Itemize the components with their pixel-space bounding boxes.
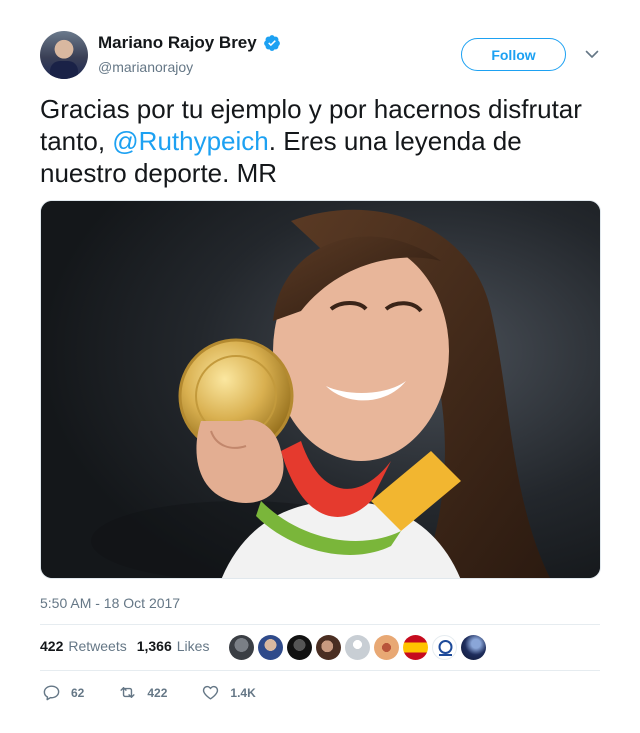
verified-badge-icon [263, 35, 280, 51]
author-handle[interactable]: @marianorajoy [98, 59, 193, 75]
likers-avatar-list [229, 635, 486, 660]
liker-avatar[interactable] [316, 635, 341, 660]
liker-avatar[interactable] [258, 635, 283, 660]
liker-avatar[interactable] [461, 635, 486, 660]
likes-count[interactable]: 1,366 [137, 638, 172, 654]
reply-count: 62 [71, 685, 85, 700]
tweet-actions: 62 422 1.4K [40, 683, 256, 702]
liker-avatar[interactable] [229, 635, 254, 660]
reply-icon[interactable] [42, 683, 61, 702]
divider-bottom [40, 670, 600, 671]
athlete-photo-illustration [41, 201, 600, 578]
reply-action[interactable]: 62 [42, 683, 84, 702]
like-action[interactable]: 1.4K [201, 683, 256, 702]
likes-label[interactable]: Likes [177, 638, 210, 654]
retweet-action[interactable]: 422 [118, 683, 167, 702]
heart-icon[interactable] [201, 683, 220, 702]
author-name-row: Mariano Rajoy Brey [98, 33, 281, 53]
like-count: 1.4K [230, 685, 256, 700]
liker-avatar[interactable] [403, 635, 428, 660]
retweet-icon[interactable] [118, 683, 137, 702]
tweet-timestamp[interactable]: 5:50 AM - 18 Oct 2017 [40, 595, 180, 611]
liker-avatar[interactable] [374, 635, 399, 660]
tweet-photo[interactable] [40, 200, 601, 579]
follow-button[interactable]: Follow [461, 38, 566, 71]
retweet-count: 422 [147, 685, 168, 700]
tweet-stats: 422 Retweets 1,366 Likes [40, 638, 219, 654]
tweet-text: Gracias por tu ejemplo y por hacernos di… [40, 93, 600, 189]
retweets-count[interactable]: 422 [40, 638, 63, 654]
author-display-name[interactable]: Mariano Rajoy Brey [98, 33, 257, 53]
author-avatar[interactable] [40, 31, 88, 79]
chevron-down-icon[interactable] [584, 46, 600, 62]
divider-top [40, 624, 600, 625]
liker-avatar[interactable] [432, 635, 457, 660]
liker-avatar[interactable] [287, 635, 312, 660]
liker-avatar[interactable] [345, 635, 370, 660]
retweets-label[interactable]: Retweets [68, 638, 126, 654]
mention-link[interactable]: @Ruthypeich [112, 126, 268, 156]
